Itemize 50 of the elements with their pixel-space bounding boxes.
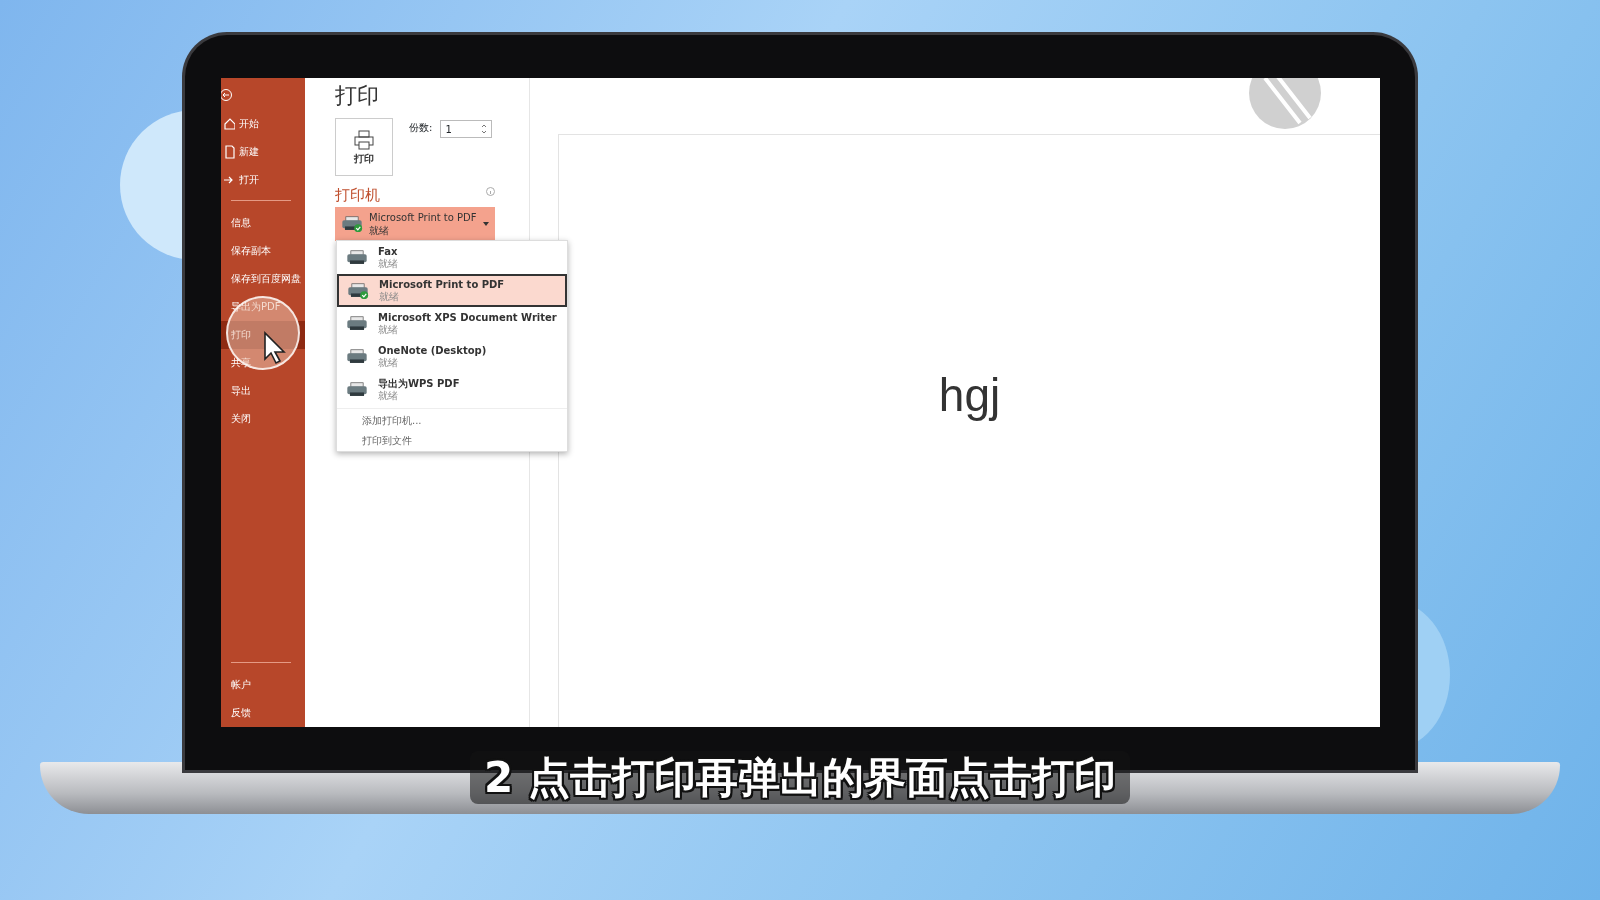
printer-option[interactable]: OneNote (Desktop) 就绪 (337, 340, 567, 373)
menu-item[interactable]: 打印到文件 (337, 431, 567, 451)
sidebar-item[interactable]: 保存到百度网盘 (221, 265, 305, 293)
back-icon[interactable] (221, 88, 235, 102)
printer-status: 就绪 (369, 223, 390, 237)
sidebar-item[interactable]: 帐户 (221, 671, 305, 699)
printer-name: Microsoft Print to PDF (379, 278, 505, 291)
printer-name: Microsoft XPS Document Writer (378, 311, 557, 324)
printer-status: 就绪 (379, 290, 400, 303)
copies-field[interactable]: 1 (440, 120, 493, 138)
sidebar-item[interactable]: 打印 (221, 321, 305, 349)
document-icon (223, 145, 235, 159)
printer-status: 就绪 (378, 323, 399, 336)
printer-option[interactable]: Microsoft XPS Document Writer 就绪 (337, 307, 567, 340)
printer-icon (346, 314, 368, 333)
preview-text: hgj (938, 370, 1001, 423)
printer-icon (353, 128, 375, 151)
printer-option[interactable]: 导出为WPS PDF 就绪 (337, 373, 567, 406)
printer-name: 导出为WPS PDF (378, 377, 460, 390)
printer-option[interactable]: Fax 就绪 (337, 241, 567, 274)
printer-icon (346, 248, 368, 267)
sidebar-item[interactable]: 导出 (221, 377, 305, 405)
sidebar-item[interactable]: 反馈 (221, 699, 305, 727)
sidebar-item[interactable]: 打开 (221, 166, 305, 194)
printer-icon (341, 214, 363, 233)
info-icon (486, 186, 495, 196)
printer-status: 就绪 (378, 389, 399, 402)
section-heading: 打印机 (335, 185, 380, 206)
printer-dropdown[interactable]: Microsoft Print to PDF 就绪 (335, 206, 495, 241)
printer-status: 就绪 (378, 257, 398, 270)
sidebar-item[interactable]: 开始 (221, 110, 305, 138)
printer-name: Microsoft Print to PDF (369, 210, 477, 224)
printer-name: OneNote (Desktop) (378, 344, 487, 357)
sidebar-item[interactable]: 保存副本 (221, 237, 305, 265)
menu-item[interactable]: 添加打印机... (337, 411, 567, 431)
cursor-icon (263, 331, 287, 365)
printer-status: 就绪 (378, 356, 399, 369)
copies-label: 份数: (409, 121, 433, 135)
sidebar-item[interactable]: 新建 (221, 138, 305, 166)
sidebar-item[interactable]: 关闭 (221, 405, 305, 433)
home-icon (223, 117, 235, 131)
printer-icon (346, 380, 368, 399)
caret-icon (483, 221, 489, 226)
printer-name: Fax (378, 245, 398, 258)
spinner-icon (481, 123, 488, 135)
printer-option[interactable]: Microsoft Print to PDF 就绪 (337, 274, 567, 307)
print-button[interactable]: 打印 (335, 118, 393, 176)
printer-icon (346, 347, 368, 366)
sidebar-item[interactable]: 信息 (221, 209, 305, 237)
page-title: 打印 (335, 82, 380, 110)
